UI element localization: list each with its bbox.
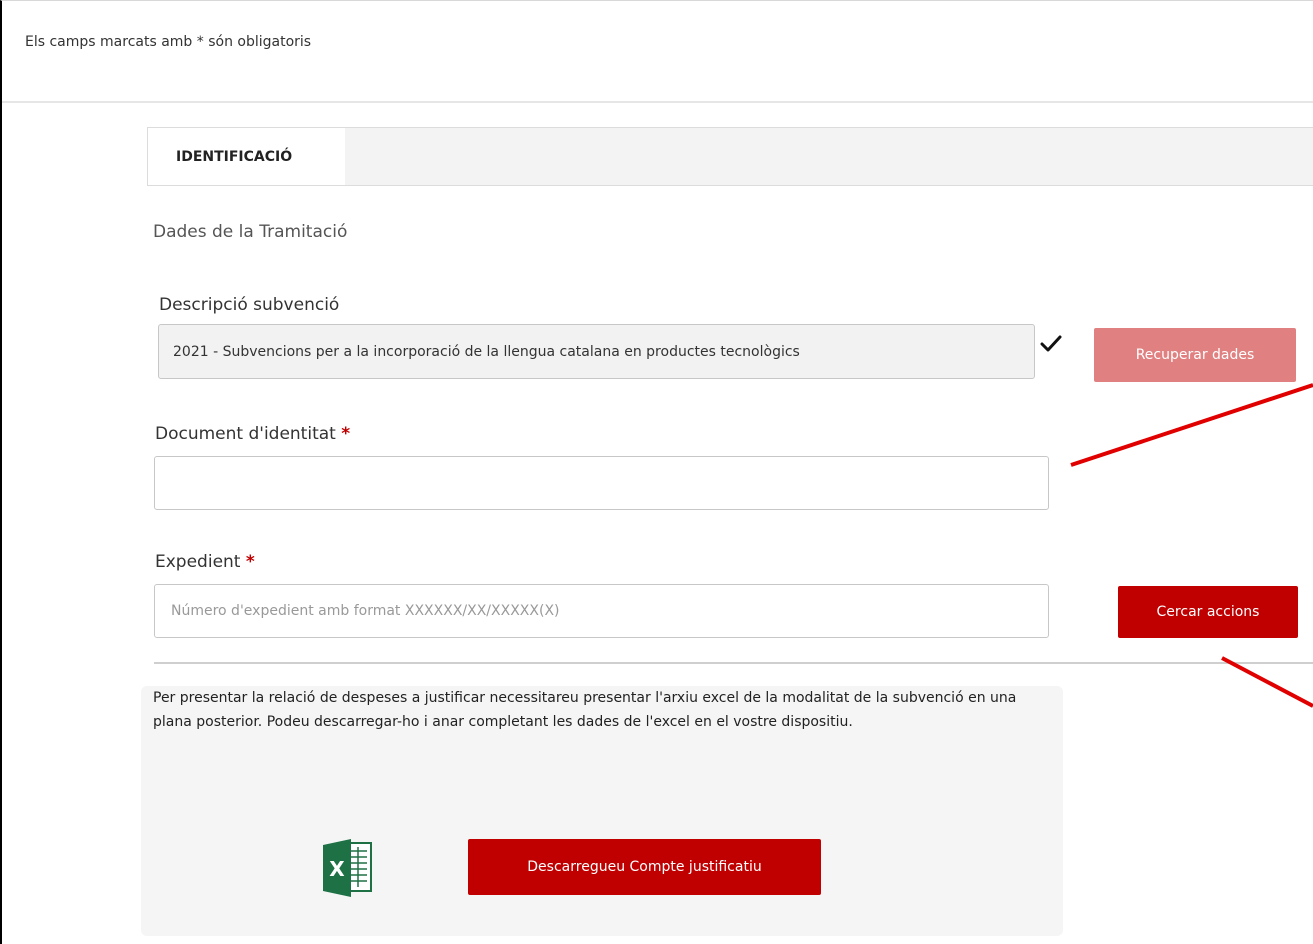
excel-info-text: Per presentar la relació de despeses a j… — [153, 690, 1017, 730]
header-divider — [2, 101, 1313, 103]
expedient-label: Expedient * — [155, 552, 255, 572]
search-actions-button[interactable]: Cercar accions — [1118, 586, 1298, 638]
identity-input[interactable] — [154, 456, 1049, 510]
recover-data-button[interactable]: Recuperar dades — [1094, 328, 1296, 382]
required-mark: * — [341, 424, 351, 444]
expedient-label-text: Expedient — [155, 552, 241, 572]
excel-info-panel: Per presentar la relació de despeses a j… — [141, 686, 1063, 936]
expedient-input[interactable] — [154, 584, 1049, 638]
tab-bar: IDENTIFICACIÓ — [147, 127, 1313, 186]
section-divider — [154, 662, 1313, 664]
identity-label-text: Document d'identitat — [155, 424, 336, 444]
excel-icon-letter: X — [329, 857, 345, 881]
required-fields-note: Els camps marcats amb * són obligatoris — [25, 34, 312, 50]
excel-icon: X — [323, 839, 372, 897]
tab-identificacio[interactable]: IDENTIFICACIÓ — [148, 128, 345, 185]
subvention-label: Descripció subvenció — [159, 295, 340, 315]
subvention-value: 2021 - Subvencions per a la incorporació… — [173, 343, 800, 360]
download-justification-button[interactable]: Descarregueu Compte justificatiu — [468, 839, 821, 895]
check-icon — [1040, 335, 1062, 352]
subvention-field: 2021 - Subvencions per a la incorporació… — [158, 324, 1035, 379]
section-title: Dades de la Tramitació — [153, 222, 348, 242]
required-mark: * — [245, 552, 255, 572]
identity-label: Document d'identitat * — [155, 424, 350, 444]
